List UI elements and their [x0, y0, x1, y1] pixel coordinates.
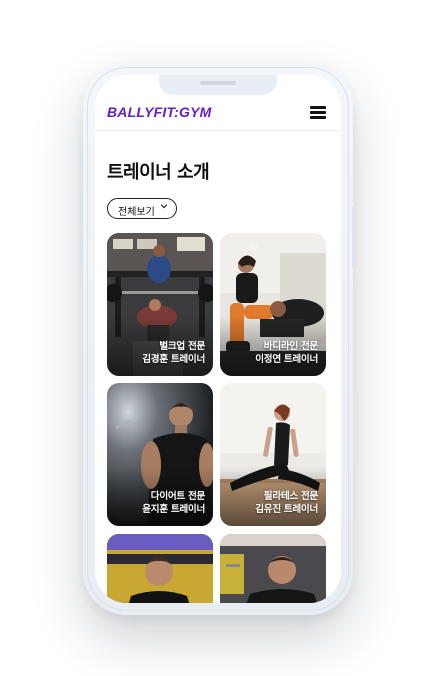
- phone-volume-up: [80, 190, 83, 226]
- trainer-card[interactable]: 다이어트 전문 윤지훈 트레이너: [107, 383, 213, 526]
- trainer-specialty: 필라테스 전문: [263, 491, 319, 502]
- phone-volume-down: [80, 234, 83, 270]
- phone-power-button: [352, 206, 355, 268]
- trainer-card[interactable]: 필라테스 전문 김유진 트레이너: [220, 383, 326, 526]
- trainer-specialty: 벌크업 전문: [159, 341, 205, 352]
- trainer-specialty: 다이어트 전문: [150, 491, 206, 502]
- chevron-down-icon: [160, 204, 168, 209]
- filter-dropdown[interactable]: 전체보기: [107, 198, 177, 219]
- trainer-caption: 다이어트 전문 윤지훈 트레이너: [142, 490, 205, 516]
- phone-speaker: [200, 81, 236, 85]
- phone-screen: BALLYFIT:GYM 트레이너 소개 전체보기 벌크업 전문 김경훈 트레이…: [95, 75, 341, 603]
- site-header: BALLYFIT:GYM: [95, 97, 341, 131]
- brand-logo[interactable]: BALLYFIT:GYM: [107, 104, 212, 120]
- phone-notch: [159, 75, 277, 95]
- trainer-name: 김경훈 트레이너: [142, 354, 205, 365]
- trainer-card[interactable]: 바디라인 전문 이정연 트레이너: [220, 233, 326, 376]
- trainer-photo: [107, 534, 213, 603]
- hamburger-menu-icon[interactable]: [310, 106, 326, 119]
- phone-silent-switch: [80, 150, 83, 170]
- trainer-card[interactable]: 벌크업 전문 김경훈 트레이너: [107, 233, 213, 376]
- trainer-card[interactable]: [220, 534, 326, 603]
- trainer-photo: [220, 534, 326, 603]
- trainer-name: 이정연 트레이너: [255, 354, 318, 365]
- trainer-name: 윤지훈 트레이너: [142, 504, 205, 515]
- trainer-caption: 벌크업 전문 김경훈 트레이너: [142, 340, 205, 366]
- trainer-card[interactable]: [107, 534, 213, 603]
- trainer-name: 김유진 트레이너: [255, 504, 318, 515]
- trainer-caption: 필라테스 전문 김유진 트레이너: [255, 490, 318, 516]
- filter-label: 전체보기: [118, 207, 155, 218]
- trainer-specialty: 바디라인 전문: [263, 341, 319, 352]
- trainer-caption: 바디라인 전문 이정연 트레이너: [255, 340, 318, 366]
- page-title: 트레이너 소개: [107, 162, 210, 183]
